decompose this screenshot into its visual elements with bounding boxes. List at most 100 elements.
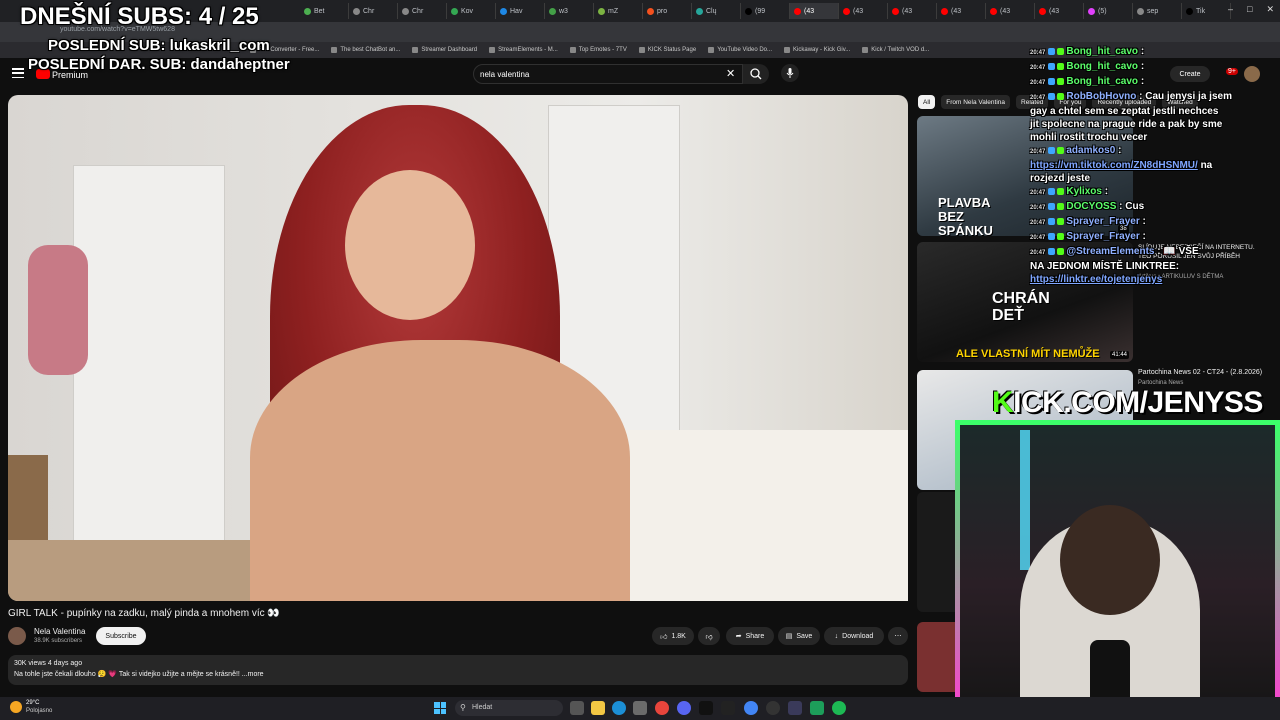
video-description[interactable]: Na tohle jste čekali dlouho 😮‍💨 💗 Tak si… bbox=[14, 670, 264, 678]
browser-tab[interactable]: Tik bbox=[1182, 3, 1231, 19]
tab-label: mZ bbox=[608, 7, 619, 15]
chat-message: 20:47 @StreamElements : 📖 VŠE bbox=[1030, 245, 1232, 260]
browser-tab[interactable]: (43 bbox=[888, 3, 937, 19]
weather-icon[interactable] bbox=[10, 701, 22, 713]
tab-label: Chr bbox=[363, 7, 375, 15]
channel-avatar[interactable] bbox=[8, 627, 26, 645]
browser-tab[interactable]: Bet bbox=[300, 3, 349, 19]
bookmark-item[interactable]: Kick / Twitch VOD d... bbox=[862, 47, 929, 53]
browser-tab[interactable]: (43 bbox=[1035, 3, 1084, 19]
browser-tab[interactable]: (43 bbox=[937, 3, 986, 19]
bookmark-item[interactable]: Kickaway - Kick Giv... bbox=[784, 47, 850, 53]
filter-chip[interactable]: All bbox=[918, 95, 936, 109]
recommended-2-thumb-text-2: ALE VLASTNÍ MÍT NEMŮŽE bbox=[956, 348, 1100, 360]
like-button[interactable]: 👍︎ 1.8K bbox=[652, 627, 694, 645]
chat-badge-icon bbox=[1057, 202, 1065, 210]
menu-icon[interactable] bbox=[12, 68, 24, 78]
browser-tab[interactable]: Clų bbox=[692, 3, 741, 19]
search-value[interactable]: nela valentina bbox=[480, 70, 529, 79]
browser-tab[interactable]: sep bbox=[1133, 3, 1182, 19]
recommended-3-title[interactable]: Partochina News 02 - CT24 - (2.8.2026) bbox=[1138, 369, 1262, 376]
recommended-thumbnail-5[interactable] bbox=[917, 622, 957, 692]
maximize-button[interactable]: □ bbox=[1247, 4, 1252, 15]
windows-start-icon[interactable] bbox=[434, 702, 446, 714]
chat-badge-icon bbox=[1048, 187, 1056, 195]
chat-badge-icon bbox=[1048, 217, 1056, 225]
minimize-button[interactable]: – bbox=[1228, 4, 1233, 15]
tab-favicon-icon bbox=[353, 7, 360, 15]
browser-tab[interactable]: Chr bbox=[398, 3, 447, 19]
store-icon[interactable] bbox=[633, 701, 647, 715]
bookmark-label: The best ChatBot an... bbox=[340, 47, 401, 53]
browser-tab[interactable]: (43 bbox=[986, 3, 1035, 19]
spotify-icon[interactable] bbox=[832, 701, 846, 715]
edge-icon[interactable] bbox=[612, 701, 626, 715]
chat-username: Sprayer_Frayer bbox=[1066, 231, 1140, 242]
tab-favicon-icon bbox=[892, 7, 899, 15]
chat-message: https://vm.tiktok.com/ZN8dHSNMU/ na bbox=[1030, 159, 1232, 172]
bookmark-item[interactable]: Top Emotes - 7TV bbox=[569, 47, 627, 53]
recommended-thumbnail-4[interactable] bbox=[917, 492, 957, 612]
more-actions-button[interactable]: ⋯ bbox=[888, 627, 908, 645]
weather-temperature[interactable]: 29°C bbox=[26, 700, 39, 706]
user-avatar[interactable] bbox=[1244, 66, 1260, 82]
bookmark-item[interactable]: Streamer Dashboard bbox=[412, 47, 477, 53]
tab-label: Kov bbox=[461, 7, 474, 15]
browser-tab[interactable]: w3 bbox=[545, 3, 594, 19]
browser-tab[interactable]: (5) bbox=[1084, 3, 1133, 19]
browser-tab[interactable]: (43 bbox=[790, 3, 839, 19]
obs-icon[interactable] bbox=[766, 701, 780, 715]
download-button[interactable]: ↓ Download bbox=[824, 627, 884, 645]
browser-tab[interactable]: mZ bbox=[594, 3, 643, 19]
hanging-jacket-image bbox=[28, 245, 88, 375]
chat-message: jit spolecne na prague ride a pak by sme bbox=[1030, 118, 1232, 131]
mic-icon[interactable] bbox=[781, 64, 799, 82]
save-button[interactable]: ▤ Save bbox=[778, 627, 820, 645]
tab-label: (43 bbox=[902, 7, 913, 15]
browser-tab[interactable]: pro bbox=[643, 3, 692, 19]
chrome-icon[interactable] bbox=[655, 701, 669, 715]
bookmark-favicon-icon bbox=[489, 47, 496, 53]
app-icon-4[interactable] bbox=[810, 701, 824, 715]
app-icon-2[interactable] bbox=[721, 701, 735, 715]
share-label: Share bbox=[745, 632, 765, 640]
tab-label: (5) bbox=[1098, 7, 1107, 15]
chat-message: 20:47 Kylixos : bbox=[1030, 185, 1232, 200]
kick-channel-url: KICK.COM/JENYSS bbox=[992, 386, 1263, 420]
bookmark-item[interactable]: YouTube Video Do... bbox=[708, 47, 772, 53]
browser-tab[interactable]: Chr bbox=[349, 3, 398, 19]
browser-tab[interactable]: Hav bbox=[496, 3, 545, 19]
chat-timestamp: 20:47 bbox=[1030, 80, 1046, 86]
close-window-button[interactable]: ✕ bbox=[1266, 4, 1274, 15]
chat-text: : Cus bbox=[1119, 201, 1145, 212]
chat-badge-icon bbox=[1057, 232, 1065, 240]
task-view-icon[interactable] bbox=[570, 701, 584, 715]
chat-badge-icon bbox=[1057, 47, 1065, 55]
channel-name[interactable]: Nela Valentina bbox=[34, 627, 85, 636]
chrome-active-icon[interactable] bbox=[744, 701, 758, 715]
search-button[interactable] bbox=[743, 64, 769, 84]
taskbar-search-text[interactable]: Hledat bbox=[472, 704, 492, 711]
chat-text: : bbox=[1140, 76, 1145, 87]
chat-text: : bbox=[1142, 216, 1146, 227]
chat-timestamp: 20:47 bbox=[1030, 149, 1046, 155]
bookmark-item[interactable]: StreamElements - M... bbox=[489, 47, 558, 53]
app-icon-3[interactable] bbox=[788, 701, 802, 715]
browser-tab[interactable]: Kov bbox=[447, 3, 496, 19]
app-icon[interactable] bbox=[699, 701, 713, 715]
share-button[interactable]: ➦ Share bbox=[726, 627, 774, 645]
filter-chip[interactable]: From Nela Valentina bbox=[941, 95, 1011, 109]
browser-tab[interactable]: (43 bbox=[839, 3, 888, 19]
subscribe-button[interactable]: Subscribe bbox=[96, 627, 146, 645]
clear-search-icon[interactable]: ✕ bbox=[726, 67, 735, 80]
bookmark-item[interactable]: KICK Status Page bbox=[638, 47, 696, 53]
weather-description[interactable]: Polojasno bbox=[26, 708, 52, 714]
thumbs-down-icon: 👎︎ bbox=[705, 633, 713, 641]
browser-tab[interactable]: (99 bbox=[741, 3, 790, 19]
chat-text: : Cau jenysi ja jsem bbox=[1139, 91, 1232, 102]
file-explorer-icon[interactable] bbox=[591, 701, 605, 715]
dislike-button[interactable]: 👎︎ bbox=[698, 627, 720, 645]
tab-label: (43 bbox=[853, 7, 864, 15]
bookmark-item[interactable]: The best ChatBot an... bbox=[331, 47, 400, 53]
discord-icon[interactable] bbox=[677, 701, 691, 715]
